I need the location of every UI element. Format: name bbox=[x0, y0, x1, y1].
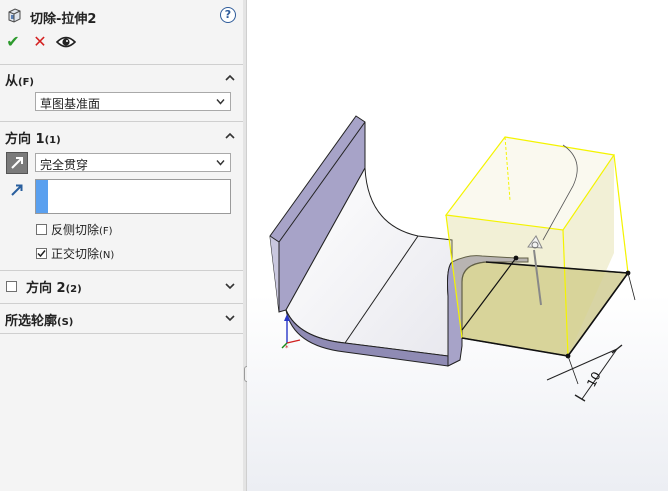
chevron-down-icon bbox=[216, 99, 225, 105]
direction2-shortcut: (2) bbox=[65, 284, 82, 295]
direction1-section-header[interactable]: 方向 1(1) bbox=[5, 128, 61, 147]
eye-icon[interactable] bbox=[56, 34, 76, 50]
direction2-checkbox[interactable] bbox=[6, 281, 17, 292]
direction1-title: 方向 1 bbox=[5, 132, 45, 147]
property-manager-panel: 切除-拉伸2 ? ✔ ✕ 从(F) 草图基准面 方向 1(1) 完全贯穿 反侧切… bbox=[0, 0, 244, 491]
checkmark-icon bbox=[37, 250, 46, 258]
reverse-side-shortcut: (F) bbox=[99, 226, 113, 237]
from-select[interactable]: 草图基准面 bbox=[35, 92, 231, 111]
separator bbox=[0, 333, 243, 334]
help-icon[interactable]: ? bbox=[220, 7, 236, 23]
direction-arrow-icon bbox=[11, 184, 23, 196]
selected-contours-shortcut: (S) bbox=[57, 317, 74, 328]
reverse-side-label: 反侧切除(F) bbox=[51, 221, 113, 238]
selected-contours-section-header[interactable]: 所选轮廓(S) bbox=[5, 310, 73, 329]
feature-header: 切除-拉伸2 ? bbox=[6, 6, 238, 27]
separator bbox=[0, 121, 243, 122]
chevron-up-icon[interactable] bbox=[225, 73, 235, 83]
ok-button[interactable]: ✔ bbox=[4, 32, 22, 52]
action-bar: ✔ ✕ bbox=[4, 32, 104, 52]
from-title: 从 bbox=[5, 74, 19, 89]
direction2-section-header[interactable]: 方向 2(2) bbox=[26, 277, 82, 296]
reverse-direction-icon[interactable] bbox=[6, 152, 28, 174]
chevron-down-icon bbox=[216, 160, 225, 166]
chevron-down-icon[interactable] bbox=[225, 281, 235, 291]
direction2-title: 方向 2 bbox=[26, 281, 66, 296]
normal-cut-label: 正交切除(N) bbox=[51, 245, 114, 262]
graphics-viewport[interactable]: 10 * bbox=[247, 0, 668, 491]
normal-cut-shortcut: (N) bbox=[99, 250, 115, 261]
active-selection-marker bbox=[36, 180, 48, 213]
reverse-side-text: 反侧切除 bbox=[51, 223, 100, 237]
normal-cut-text: 正交切除 bbox=[51, 247, 100, 261]
selected-contours-title: 所选轮廓 bbox=[5, 314, 58, 329]
chevron-up-icon[interactable] bbox=[225, 131, 235, 141]
feature-title: 切除-拉伸2 bbox=[30, 12, 97, 27]
model-view[interactable]: 10 * bbox=[247, 0, 668, 491]
separator bbox=[0, 270, 243, 271]
from-shortcut: (F) bbox=[18, 77, 34, 88]
direction1-shortcut: (1) bbox=[44, 135, 61, 146]
cut-extrude-icon bbox=[8, 8, 21, 23]
chevron-down-icon[interactable] bbox=[225, 313, 235, 323]
from-section-header[interactable]: 从(F) bbox=[5, 70, 34, 89]
end-condition-value: 完全贯穿 bbox=[40, 158, 89, 172]
normal-cut-checkbox[interactable] bbox=[36, 248, 47, 259]
reverse-side-checkbox[interactable] bbox=[36, 224, 47, 235]
end-condition-select[interactable]: 完全贯穿 bbox=[35, 153, 231, 172]
cancel-button[interactable]: ✕ bbox=[31, 32, 49, 52]
direction-reference-field[interactable] bbox=[35, 179, 231, 214]
separator bbox=[0, 303, 243, 304]
from-select-value: 草图基准面 bbox=[40, 97, 101, 111]
svg-text:*: * bbox=[285, 344, 289, 352]
separator bbox=[0, 64, 243, 65]
